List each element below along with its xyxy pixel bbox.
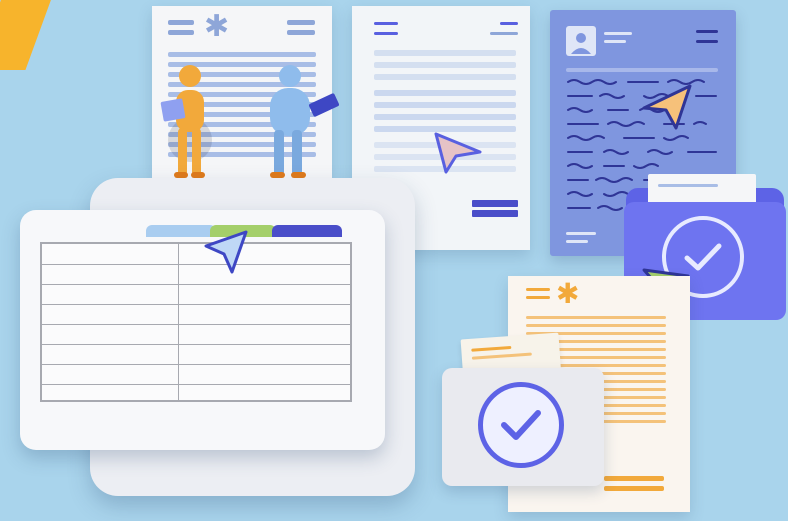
folder-icon (442, 368, 604, 486)
cursor-arrow-icon (204, 230, 248, 274)
asterisk-icon: ✱ (204, 9, 230, 44)
cursor-arrow-icon (434, 132, 482, 174)
spreadsheet-icon (40, 242, 352, 402)
avatar-icon (566, 26, 596, 56)
people-figures-icon (160, 65, 339, 178)
asterisk-icon: ✱ (556, 277, 580, 310)
tab-navy (272, 225, 342, 237)
illustration-canvas: ✱ ✱ (0, 0, 788, 521)
corner-accent-shape (0, 0, 55, 70)
cursor-arrow-icon (642, 84, 692, 130)
checkmark-icon (478, 382, 564, 468)
